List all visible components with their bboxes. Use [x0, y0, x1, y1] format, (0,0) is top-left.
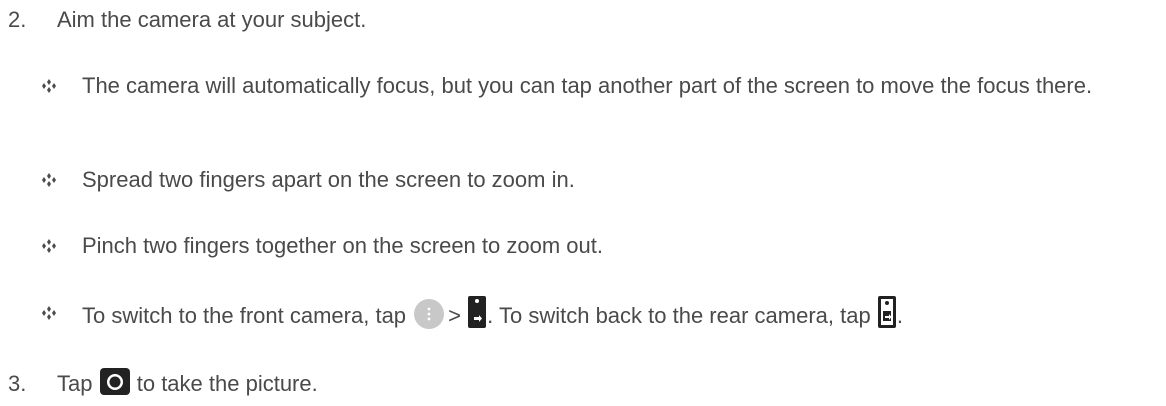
bullet-text-part: To switch to the front camera, tap	[82, 302, 407, 328]
camera-shutter-icon	[99, 366, 131, 396]
switch-rear-camera-icon	[877, 295, 897, 329]
step-text-before: Tap	[57, 370, 93, 396]
step-number: 2.	[8, 7, 27, 32]
step-3: 3. Tap to take the picture.	[8, 368, 318, 400]
diamond-bullet-icon	[40, 167, 58, 193]
step-text-after: to take the picture.	[136, 370, 318, 396]
step-number: 3.	[8, 370, 27, 396]
bullet-text: The camera will automatically focus, but…	[82, 73, 1093, 98]
bullet-text-end: .	[896, 302, 903, 328]
switch-front-camera-icon	[467, 295, 487, 329]
bullet-text-part: . To switch back to the rear camera, tap	[487, 302, 871, 328]
diamond-bullet-icon	[40, 233, 58, 259]
step-2: 2. Aim the camera at your subject.	[8, 7, 366, 33]
bullet-text: Pinch two fingers together on the screen…	[82, 233, 603, 258]
step-text: Aim the camera at your subject.	[57, 7, 367, 32]
bullet-text: To switch to the front camera, tap > . T…	[82, 296, 903, 334]
diamond-bullet-icon	[40, 73, 58, 99]
menu-separator: >	[448, 302, 462, 328]
diamond-bullet-icon	[40, 300, 58, 326]
menu-more-icon	[414, 299, 445, 329]
bullet-text: Spread two fingers apart on the screen t…	[82, 167, 575, 192]
